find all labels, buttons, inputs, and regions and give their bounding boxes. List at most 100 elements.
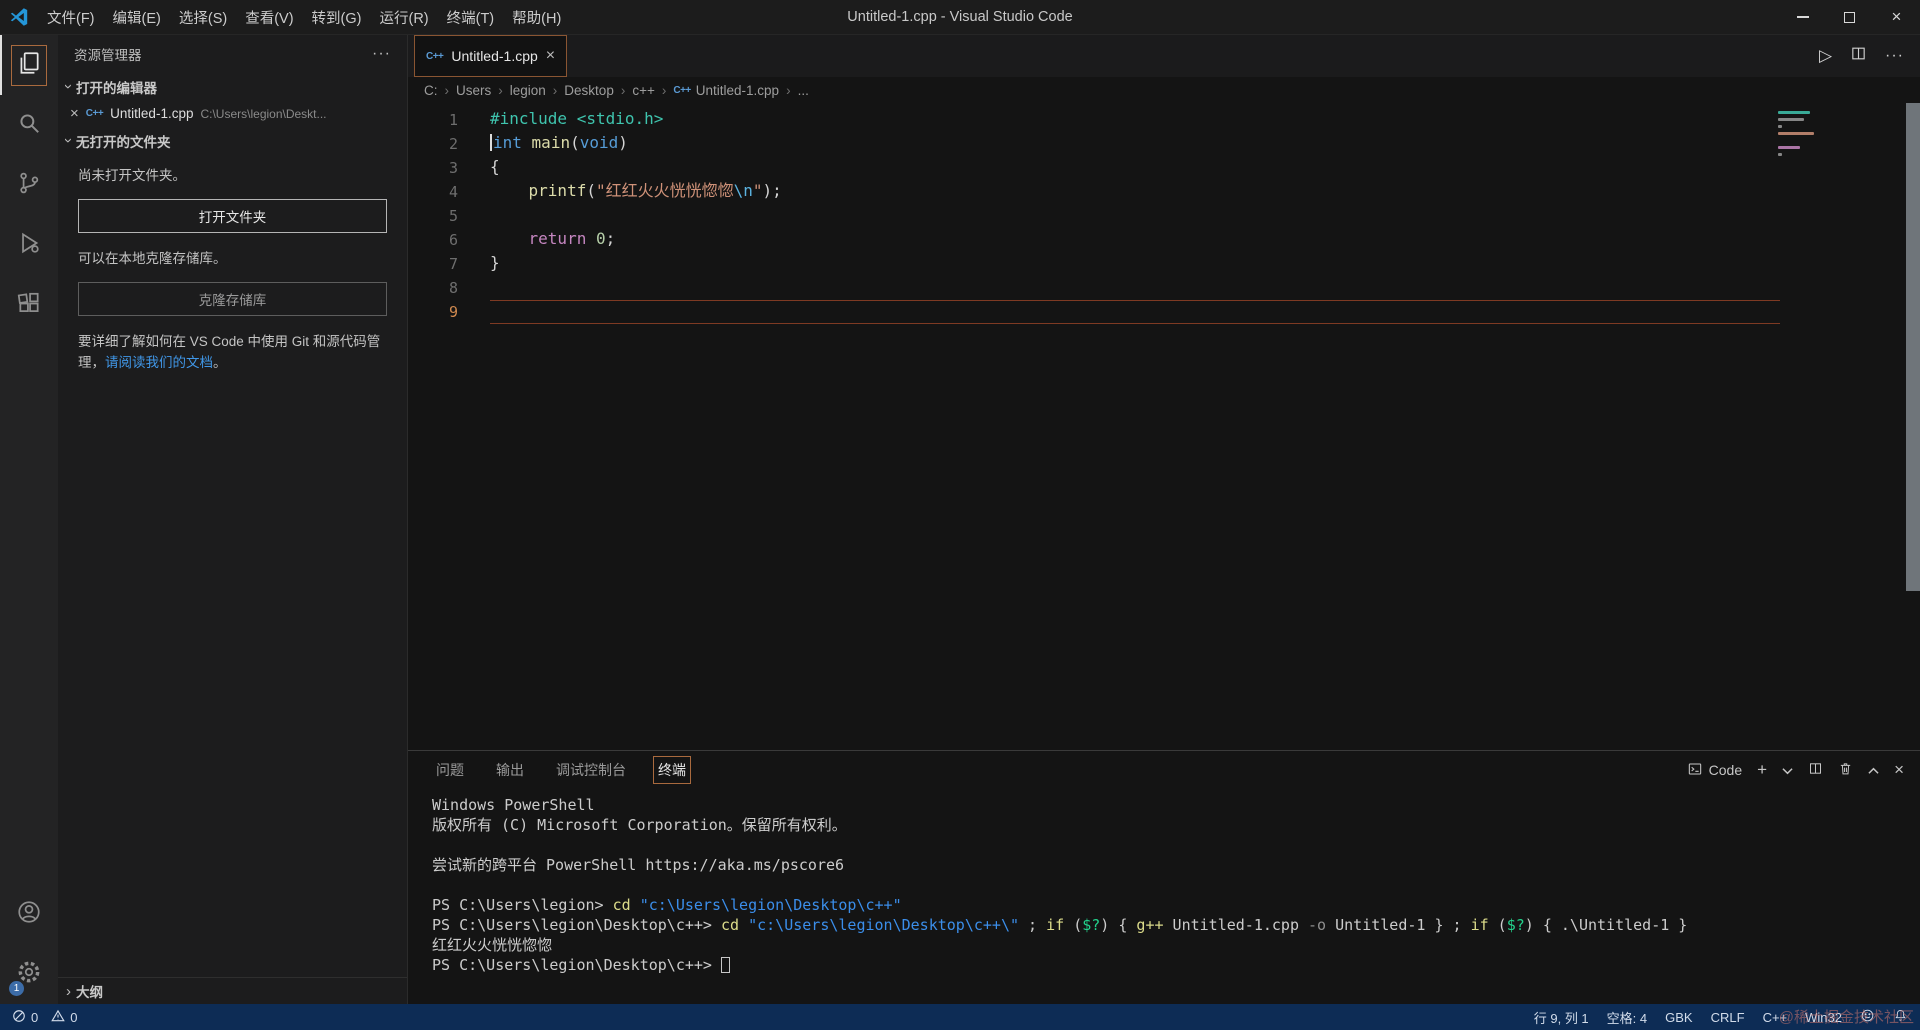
terminal-token: 尝试新的跨平台 PowerShell https://aka.ms/pscore… (432, 856, 845, 874)
panel-tab[interactable]: 问题 (432, 757, 468, 783)
warning-triangle-icon (51, 1009, 66, 1026)
terminal-token: ( (1064, 916, 1083, 934)
code-line-content[interactable]: } (490, 252, 1780, 276)
close-panel-button[interactable]: × (1894, 760, 1904, 780)
clone-repo-button[interactable]: 克隆存储库 (78, 281, 387, 316)
menu-item[interactable]: 帮助(H) (503, 0, 570, 34)
panel-tab[interactable]: 输出 (492, 757, 528, 783)
code-line[interactable]: 6 return 0; (408, 228, 1920, 252)
status-item[interactable]: 行 9, 列 1 (1534, 1008, 1589, 1027)
line-number[interactable]: 6 (408, 228, 458, 252)
code-line-content[interactable] (490, 276, 1780, 300)
status-item[interactable]: Win32 (1805, 1010, 1842, 1025)
breadcrumb-item[interactable]: Desktop (564, 83, 614, 98)
activity-extensions-button[interactable] (0, 275, 58, 335)
line-number[interactable]: 1 (408, 108, 458, 132)
breadcrumb-item[interactable]: Users (456, 83, 491, 98)
code-line-content[interactable]: int main(void) (490, 132, 1780, 156)
terminal-token: $? (1082, 916, 1101, 934)
no-folder-section-header[interactable]: › 无打开的文件夹 (58, 127, 407, 154)
menu-item[interactable]: 运行(R) (370, 0, 437, 34)
line-number[interactable]: 2 (408, 132, 458, 156)
code-token: void (579, 133, 619, 152)
code-line-content[interactable]: #include <stdio.h> (490, 108, 1780, 132)
problems-status-button[interactable]: 0 0 (12, 1009, 85, 1026)
line-number[interactable]: 5 (408, 204, 458, 228)
breadcrumb-item[interactable]: C: (424, 83, 438, 98)
split-editor-button[interactable] (1850, 45, 1867, 67)
code-line[interactable]: 5 (408, 204, 1920, 228)
menu-item[interactable]: 文件(F) (38, 0, 104, 34)
editor-scrollbar[interactable] (1906, 103, 1920, 591)
open-folder-button[interactable]: 打开文件夹 (78, 198, 387, 233)
maximize-button[interactable] (1826, 0, 1873, 34)
kill-terminal-trash-icon[interactable] (1838, 761, 1853, 779)
code-line-content[interactable]: { (490, 156, 1780, 180)
activity-source-control-button[interactable] (0, 155, 58, 215)
terminal[interactable]: Windows PowerShell 版权所有 (C) Microsoft Cor… (408, 789, 1920, 1004)
code-editor[interactable]: 1 #include <stdio.h> 2 int main(void) 3{4 pr… (408, 103, 1920, 750)
open-editors-section-header[interactable]: › 打开的编辑器 (58, 73, 407, 100)
line-number[interactable]: 7 (408, 252, 458, 276)
tab-untitled-1-cpp[interactable]: C++ Untitled-1.cpp × (414, 35, 568, 77)
outline-section-header[interactable]: › 大纲 (58, 977, 407, 1004)
more-actions-icon[interactable]: ··· (1885, 47, 1904, 65)
status-item[interactable]: 空格: 4 (1607, 1008, 1647, 1027)
activity-settings-button[interactable]: 1 (0, 944, 58, 1004)
code-line-content[interactable] (490, 204, 1780, 228)
code-line[interactable]: 8 (408, 276, 1920, 300)
activity-run-debug-button[interactable] (0, 215, 58, 275)
split-terminal-button[interactable] (1808, 761, 1823, 779)
terminal-line: 红红火火恍恍惚惚 (432, 935, 1920, 955)
activity-explorer-button[interactable] (0, 35, 58, 95)
menu-item[interactable]: 查看(V) (236, 0, 302, 34)
code-line[interactable]: 4 printf("红红火火恍恍惚惚\n"); (408, 180, 1920, 204)
close-editor-icon[interactable]: × (70, 105, 79, 122)
shell-picker[interactable]: Code (1687, 761, 1742, 780)
code-line-content[interactable]: printf("红红火火恍恍惚惚\n"); (490, 180, 1780, 204)
line-number[interactable]: 3 (408, 156, 458, 180)
close-window-button[interactable]: × (1873, 0, 1920, 34)
run-file-button[interactable]: ▷ (1819, 46, 1832, 66)
status-item[interactable]: C++ (1763, 1010, 1788, 1025)
code-line[interactable]: 2 int main(void) (408, 132, 1920, 156)
panel-tab[interactable]: 终端 (653, 756, 691, 784)
code-line[interactable]: 7} (408, 252, 1920, 276)
line-number[interactable]: 9 (408, 300, 458, 324)
close-tab-icon[interactable]: × (546, 47, 555, 65)
minimize-button[interactable] (1779, 0, 1826, 34)
code-line[interactable]: 3{ (408, 156, 1920, 180)
activity-search-button[interactable] (0, 95, 58, 155)
code-line-content[interactable] (490, 300, 1780, 324)
code-line[interactable]: 9 (408, 300, 1920, 324)
line-number[interactable]: 4 (408, 180, 458, 204)
status-item[interactable]: CRLF (1711, 1010, 1745, 1025)
activity-account-button[interactable] (0, 884, 58, 944)
code-line-content[interactable]: return 0; (490, 228, 1780, 252)
cpp-file-icon: C++ (673, 84, 691, 96)
terminal-dropdown-button[interactable] (1782, 762, 1793, 778)
code-token: <stdio.h> (576, 109, 664, 128)
breadcrumb-item[interactable]: ... (798, 83, 809, 98)
menu-item[interactable]: 编辑(E) (104, 0, 170, 34)
new-terminal-button[interactable]: + (1757, 760, 1767, 780)
breadcrumb-item[interactable]: legion (510, 83, 546, 98)
line-number[interactable]: 8 (408, 276, 458, 300)
menu-item[interactable]: 转到(G) (303, 0, 371, 34)
code-token: #include (490, 109, 568, 128)
menu-item[interactable]: 终端(T) (438, 0, 504, 34)
open-editor-item[interactable]: × C++ Untitled-1.cpp C:\Users\legion\Des… (58, 100, 407, 127)
notifications-bell-icon[interactable] (1893, 1008, 1908, 1026)
menu-item[interactable]: 选择(S) (170, 0, 236, 34)
status-item[interactable]: GBK (1665, 1010, 1692, 1025)
feedback-smiley-icon[interactable] (1860, 1008, 1875, 1026)
more-actions-icon[interactable]: ··· (372, 45, 391, 63)
panel-tab[interactable]: 调试控制台 (552, 757, 630, 783)
code-line[interactable]: 1 #include <stdio.h> (408, 108, 1920, 132)
read-docs-link[interactable]: 请阅读我们的文档 (105, 355, 213, 370)
minimap[interactable] (1778, 111, 1824, 160)
breadcrumb-item[interactable]: C++ Untitled-1.cpp (673, 83, 779, 98)
breadcrumb-label: Users (456, 82, 492, 98)
breadcrumb-item[interactable]: c++ (632, 83, 655, 98)
maximize-panel-button[interactable] (1868, 762, 1879, 778)
